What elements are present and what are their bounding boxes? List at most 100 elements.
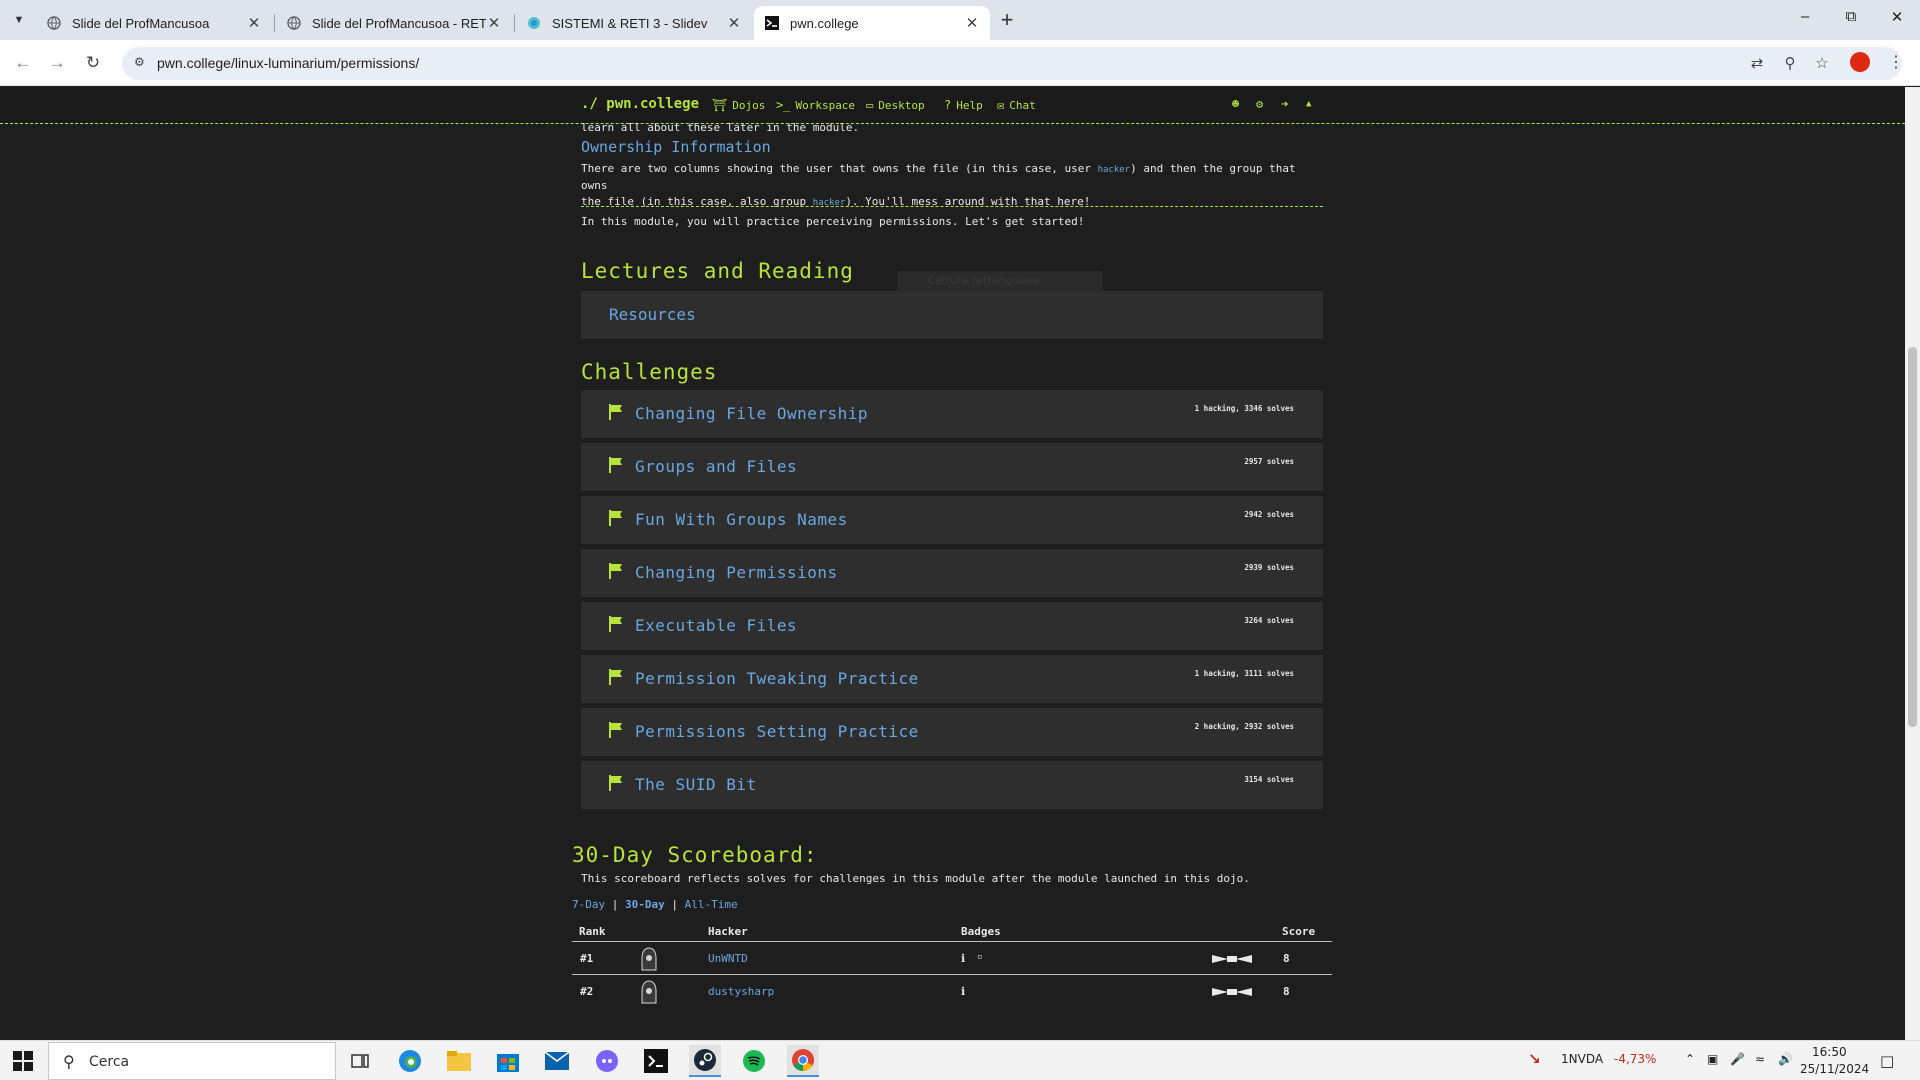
restore-window-icon[interactable]: ⧉ [1828, 8, 1874, 32]
browser-tab-2[interactable]: Slide del ProfMancusoa - RETI 3 ✕ [276, 6, 512, 40]
file-explorer-icon[interactable] [443, 1045, 475, 1077]
challenge-name: Changing Permissions [635, 563, 838, 582]
clock-time[interactable]: 16:50 [1812, 1045, 1847, 1059]
challenge-card[interactable]: Executable Files 3264 solves [581, 602, 1323, 650]
back-arrow-icon[interactable]: ← [12, 52, 34, 74]
resources-card[interactable]: Resources [581, 291, 1323, 339]
challenge-solves: 2957 solves [1244, 457, 1294, 466]
address-bar[interactable]: ⚙ pwn.college/linux-luminarium/permissio… [122, 47, 1902, 80]
task-view-icon[interactable] [344, 1045, 376, 1077]
new-tab-button[interactable]: + [994, 8, 1020, 34]
windows-start-icon[interactable] [13, 1051, 33, 1071]
collapse-caret-icon[interactable]: ▲ [1306, 99, 1311, 109]
nav-desktop[interactable]: ▭ Desktop [866, 98, 925, 112]
scoreboard-row: #2 dustysharp ℹ 8 [572, 974, 1332, 1006]
logout-icon[interactable]: ➜ [1281, 97, 1288, 111]
nav-help[interactable]: ? Help [944, 98, 983, 112]
challenge-name: Groups and Files [635, 457, 798, 476]
stock-change[interactable]: -4,73% [1614, 1052, 1656, 1066]
tab-separator [514, 14, 515, 32]
challenge-card[interactable]: Changing Permissions 2939 solves [581, 549, 1323, 597]
settings-gears-icon[interactable]: ⚙ [1256, 97, 1263, 111]
browser-tab-4-active[interactable]: pwn.college ✕ [754, 6, 990, 40]
challenges-heading: Challenges [581, 360, 718, 384]
browser-tab-3[interactable]: SISTEMI & RETI 3 - Slidev ✕ [516, 6, 752, 40]
page-viewport: ./ pwn.college ⛩ Dojos >_ Workspace ▭ De… [0, 87, 1905, 1040]
mail-icon[interactable] [541, 1045, 573, 1077]
edge-browser-icon[interactable] [394, 1045, 426, 1077]
lectures-heading: Lectures and Reading [581, 259, 854, 283]
browser-tab-1[interactable]: Slide del ProfMancusoa ✕ [36, 6, 272, 40]
challenge-card[interactable]: Permissions Setting Practice 2 hacking, 2… [581, 708, 1323, 756]
challenge-card[interactable]: The SUID Bit 3154 solves [581, 761, 1323, 809]
globe-icon [46, 15, 62, 31]
microphone-icon[interactable]: 🎤 [1730, 1052, 1745, 1066]
flag-icon [609, 616, 622, 632]
info-badge-icon[interactable]: ℹ [961, 952, 965, 965]
scoreboard-tabs: 7-Day | 30-Day | All-Time [572, 898, 738, 911]
show-hidden-icons-icon[interactable]: ⌃ [1685, 1052, 1695, 1066]
speaker-icon[interactable]: 🔊 [1778, 1052, 1793, 1066]
close-tab-icon[interactable]: ✕ [726, 14, 742, 32]
url-text[interactable]: pwn.college/linux-luminarium/permissions… [157, 55, 419, 71]
terminal-app-icon[interactable] [640, 1045, 672, 1077]
tab-search-chevron-icon[interactable]: ▼ [8, 9, 30, 31]
challenge-card[interactable]: Permission Tweaking Practice 1 hacking, 3… [581, 655, 1323, 703]
minimize-window-icon[interactable]: – [1782, 8, 1828, 32]
zoom-icon[interactable]: ⚲ [1780, 54, 1800, 74]
row-rank: #1 [580, 952, 594, 965]
scrollbar-thumb[interactable] [1908, 347, 1917, 727]
clock-date[interactable]: 25/11/2024 [1800, 1062, 1869, 1076]
bookmark-star-icon[interactable]: ☆ [1812, 54, 1832, 74]
profile-avatar[interactable] [1850, 52, 1870, 72]
flag-icon [609, 457, 622, 473]
close-tab-icon[interactable]: ✕ [486, 14, 502, 32]
notification-icon[interactable]: □ [1880, 1052, 1894, 1070]
tab-7-day[interactable]: 7-Day [572, 898, 605, 911]
steam-icon[interactable] [689, 1045, 721, 1077]
tab-separator [274, 14, 275, 32]
desktop-icon: ▭ [866, 98, 874, 112]
forward-arrow-icon[interactable]: → [46, 52, 68, 74]
flag-icon [609, 669, 622, 685]
challenge-name: The SUID Bit [635, 775, 757, 794]
cut-off-text: learn all about these later in the modul… [581, 121, 860, 134]
microsoft-store-icon[interactable] [492, 1045, 524, 1077]
site-info-icon[interactable]: ⚙ [134, 55, 150, 71]
nav-workspace[interactable]: >_ Workspace [776, 98, 855, 112]
flag-icon [609, 510, 622, 526]
globe-icon [286, 15, 302, 31]
nav-chat[interactable]: ✉ Chat [997, 98, 1036, 112]
challenge-card[interactable]: Changing File Ownership 1 hacking, 3346 s… [581, 390, 1323, 438]
chrome-icon[interactable] [787, 1045, 819, 1077]
wifi-icon[interactable]: ≈ [1755, 1052, 1765, 1066]
slidev-icon [526, 15, 542, 31]
page-scrollbar[interactable] [1905, 87, 1920, 1040]
taskbar-search-box[interactable]: ⚲ Cerca [48, 1042, 336, 1080]
stock-name[interactable]: 1NVDA [1561, 1052, 1603, 1066]
reload-icon[interactable]: ↻ [82, 52, 104, 74]
meet-now-icon[interactable]: ▣ [1707, 1052, 1718, 1066]
nav-dojos[interactable]: ⛩ Dojos [712, 98, 765, 112]
tab-all-time[interactable]: All-Time [685, 898, 738, 911]
challenge-card[interactable]: Groups and Files 2957 solves [581, 443, 1323, 491]
spotify-icon[interactable] [738, 1045, 770, 1077]
challenge-name: Changing File Ownership [635, 404, 869, 423]
close-window-icon[interactable]: ✕ [1874, 8, 1920, 32]
site-brand[interactable]: ./ pwn.college [581, 96, 699, 112]
browser-menu-icon[interactable]: ⋮ [1888, 52, 1904, 72]
user-icon[interactable]: ☻ [1232, 97, 1239, 111]
nav-chat-label: Chat [1009, 98, 1036, 112]
row-hacker[interactable]: dustysharp [708, 985, 774, 998]
close-tab-icon[interactable]: ✕ [246, 14, 262, 32]
close-tab-icon[interactable]: ✕ [964, 14, 980, 32]
translate-icon[interactable]: ⇄ [1747, 54, 1767, 74]
challenge-name: Executable Files [635, 616, 798, 635]
challenge-solves: 3264 solves [1244, 616, 1294, 625]
tab-30-day[interactable]: 30-Day [625, 898, 665, 911]
challenge-card[interactable]: Fun With Groups Names 2942 solves [581, 496, 1323, 544]
discord-app-icon[interactable] [591, 1045, 623, 1077]
row-hacker[interactable]: UnWNTD [708, 952, 748, 965]
info-badge-icon[interactable]: ℹ [961, 985, 965, 998]
belt-badge-icon[interactable]: ▫ [977, 952, 982, 962]
